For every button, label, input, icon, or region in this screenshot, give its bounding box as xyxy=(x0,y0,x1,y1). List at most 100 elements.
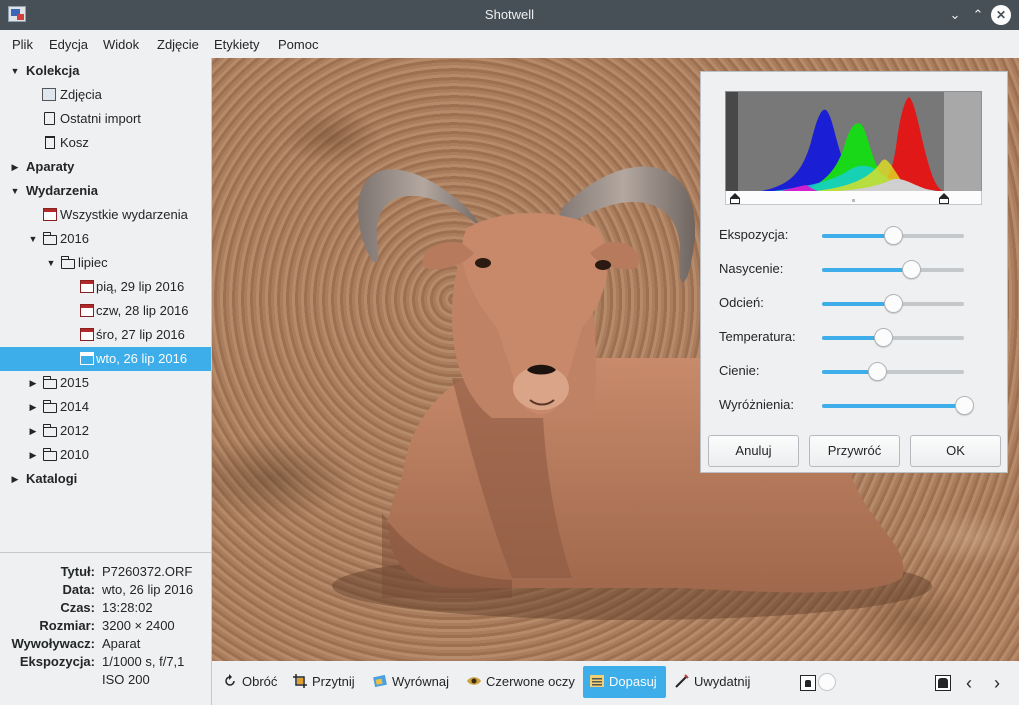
expanded-arrow-icon[interactable]: ▼ xyxy=(10,179,20,203)
menu-view[interactable]: Widok xyxy=(103,37,139,52)
info-developer-value: Aparat xyxy=(102,636,141,651)
highlights-label: Wyróżnienia: xyxy=(719,397,795,412)
highlights-slider[interactable] xyxy=(822,396,974,415)
sidebar-item-last-import[interactable]: Ostatni import xyxy=(0,107,211,131)
saturation-slider[interactable] xyxy=(822,260,964,279)
slider-handle[interactable] xyxy=(874,328,894,347)
folder-icon xyxy=(43,376,57,389)
histogram-graph xyxy=(761,97,944,191)
zoom-out-icon[interactable] xyxy=(800,675,816,691)
event-icon xyxy=(80,328,94,341)
expanded-arrow-icon[interactable]: ▼ xyxy=(28,227,38,251)
histogram-black-point-handle[interactable] xyxy=(729,193,741,205)
temperature-slider-row: Temperatura: xyxy=(719,325,989,349)
minimize-button[interactable]: ⌄ xyxy=(945,5,965,25)
sidebar-item-month-july[interactable]: ▼ lipiec xyxy=(0,251,211,275)
sidebar-item-event-day-selected[interactable]: wto, 26 lip 2016 xyxy=(0,347,211,371)
sidebar: ▼ Kolekcja Zdjęcia Ostatni import Kosz ▶… xyxy=(0,58,211,552)
sidebar-item-event-day[interactable]: śro, 27 lip 2016 xyxy=(0,323,211,347)
trash-icon xyxy=(45,136,55,149)
sidebar-item-event-day[interactable]: czw, 28 lip 2016 xyxy=(0,299,211,323)
highlights-slider-row: Wyróżnienia: xyxy=(719,393,989,417)
cancel-button[interactable]: Anuluj xyxy=(708,435,799,467)
import-icon xyxy=(44,112,55,125)
maximize-button[interactable]: ⌃ xyxy=(968,5,988,25)
slider-handle[interactable] xyxy=(868,362,888,381)
temperature-label: Temperatura: xyxy=(719,329,796,344)
sidebar-item-cameras[interactable]: ▶ Aparaty xyxy=(0,155,211,179)
info-iso-value: ISO 200 xyxy=(102,672,150,687)
enhance-button[interactable]: Uwydatnij xyxy=(674,666,750,698)
expanded-arrow-icon[interactable]: ▼ xyxy=(46,251,56,275)
histogram-white-point-handle[interactable] xyxy=(938,193,950,205)
menu-bar: Plik Edycja Widok Zdjęcie Etykiety Pomoc xyxy=(0,30,1019,58)
tint-slider[interactable] xyxy=(822,294,964,313)
crop-button[interactable]: Przytnij xyxy=(292,666,355,698)
sidebar-item-catalogs[interactable]: ▶ Katalogi xyxy=(0,467,211,491)
temperature-slider[interactable] xyxy=(822,328,964,347)
sidebar-item-year-2016[interactable]: ▼ 2016 xyxy=(0,227,211,251)
collapsed-arrow-icon[interactable]: ▶ xyxy=(10,155,20,179)
slider-handle[interactable] xyxy=(884,226,903,245)
collapsed-arrow-icon[interactable]: ▶ xyxy=(28,371,38,395)
zoom-in-icon[interactable] xyxy=(935,675,951,691)
bottom-toolbar: Obróć Przytnij Wyrównaj Czerwone oczy Do… xyxy=(212,661,1019,705)
sidebar-item-year-2014[interactable]: ▶ 2014 xyxy=(0,395,211,419)
info-label: Ekspozycja: xyxy=(19,654,95,669)
info-date-value: wto, 26 lip 2016 xyxy=(102,582,194,597)
event-icon xyxy=(80,352,94,365)
reset-button[interactable]: Przywróć xyxy=(809,435,900,467)
collapsed-arrow-icon[interactable]: ▶ xyxy=(10,467,20,491)
saturation-slider-row: Nasycenie: xyxy=(719,257,989,281)
tint-label: Odcień: xyxy=(719,295,764,310)
menu-tags[interactable]: Etykiety xyxy=(214,37,260,52)
exposure-slider[interactable] xyxy=(822,226,964,245)
shadows-slider[interactable] xyxy=(822,362,964,381)
menu-photo[interactable]: Zdjęcie xyxy=(157,37,199,52)
sidebar-item-year-2010[interactable]: ▶ 2010 xyxy=(0,443,211,467)
shadows-label: Cienie: xyxy=(719,363,760,378)
sidebar-item-events[interactable]: ▼ Wydarzenia xyxy=(0,179,211,203)
straighten-icon xyxy=(372,669,388,688)
zoom-slider-handle[interactable] xyxy=(818,673,836,691)
adjust-dialog: Ekspozycja: Nasycenie: Odcień: Temperatu… xyxy=(700,71,1008,473)
sidebar-item-photos[interactable]: Zdjęcia xyxy=(0,83,211,107)
sidebar-item-year-2012[interactable]: ▶ 2012 xyxy=(0,419,211,443)
expanded-arrow-icon[interactable]: ▼ xyxy=(10,59,20,83)
collapsed-arrow-icon[interactable]: ▶ xyxy=(28,395,38,419)
folder-icon xyxy=(43,448,57,461)
ok-button[interactable]: OK xyxy=(910,435,1001,467)
event-icon xyxy=(80,280,94,293)
menu-file[interactable]: Plik xyxy=(12,37,33,52)
next-photo-icon[interactable]: › xyxy=(989,674,1005,692)
event-icon xyxy=(80,304,94,317)
red-eye-button[interactable]: Czerwone oczy xyxy=(466,666,575,698)
collapsed-arrow-icon[interactable]: ▶ xyxy=(28,443,38,467)
collapsed-arrow-icon[interactable]: ▶ xyxy=(28,419,38,443)
histogram xyxy=(725,91,982,192)
events-icon xyxy=(43,208,57,221)
slider-handle[interactable] xyxy=(884,294,903,313)
exposure-slider-row: Ekspozycja: xyxy=(719,223,989,247)
sidebar-item-year-2015[interactable]: ▶ 2015 xyxy=(0,371,211,395)
folder-icon xyxy=(61,256,75,269)
sidebar-item-event-day[interactable]: pią, 29 lip 2016 xyxy=(0,275,211,299)
shadows-slider-row: Cienie: xyxy=(719,359,989,383)
adjust-button[interactable]: Dopasuj xyxy=(583,666,666,698)
sidebar-item-collection[interactable]: ▼ Kolekcja xyxy=(0,59,211,83)
previous-photo-icon[interactable]: ‹ xyxy=(961,674,977,692)
sidebar-divider[interactable] xyxy=(0,552,211,553)
slider-handle[interactable] xyxy=(902,260,922,279)
photos-icon xyxy=(42,88,56,101)
menu-edit[interactable]: Edycja xyxy=(49,37,88,52)
sidebar-item-all-events[interactable]: Wszystkie wydarzenia xyxy=(0,203,211,227)
info-label: Czas: xyxy=(60,600,95,615)
sidebar-item-trash[interactable]: Kosz xyxy=(0,131,211,155)
slider-handle[interactable] xyxy=(955,396,974,415)
tint-slider-row: Odcień: xyxy=(719,291,989,315)
straighten-button[interactable]: Wyrównaj xyxy=(372,666,449,698)
rotate-button[interactable]: Obróć xyxy=(222,666,277,698)
folder-icon xyxy=(43,232,57,245)
close-button[interactable]: ✕ xyxy=(991,5,1011,25)
menu-help[interactable]: Pomoc xyxy=(278,37,318,52)
